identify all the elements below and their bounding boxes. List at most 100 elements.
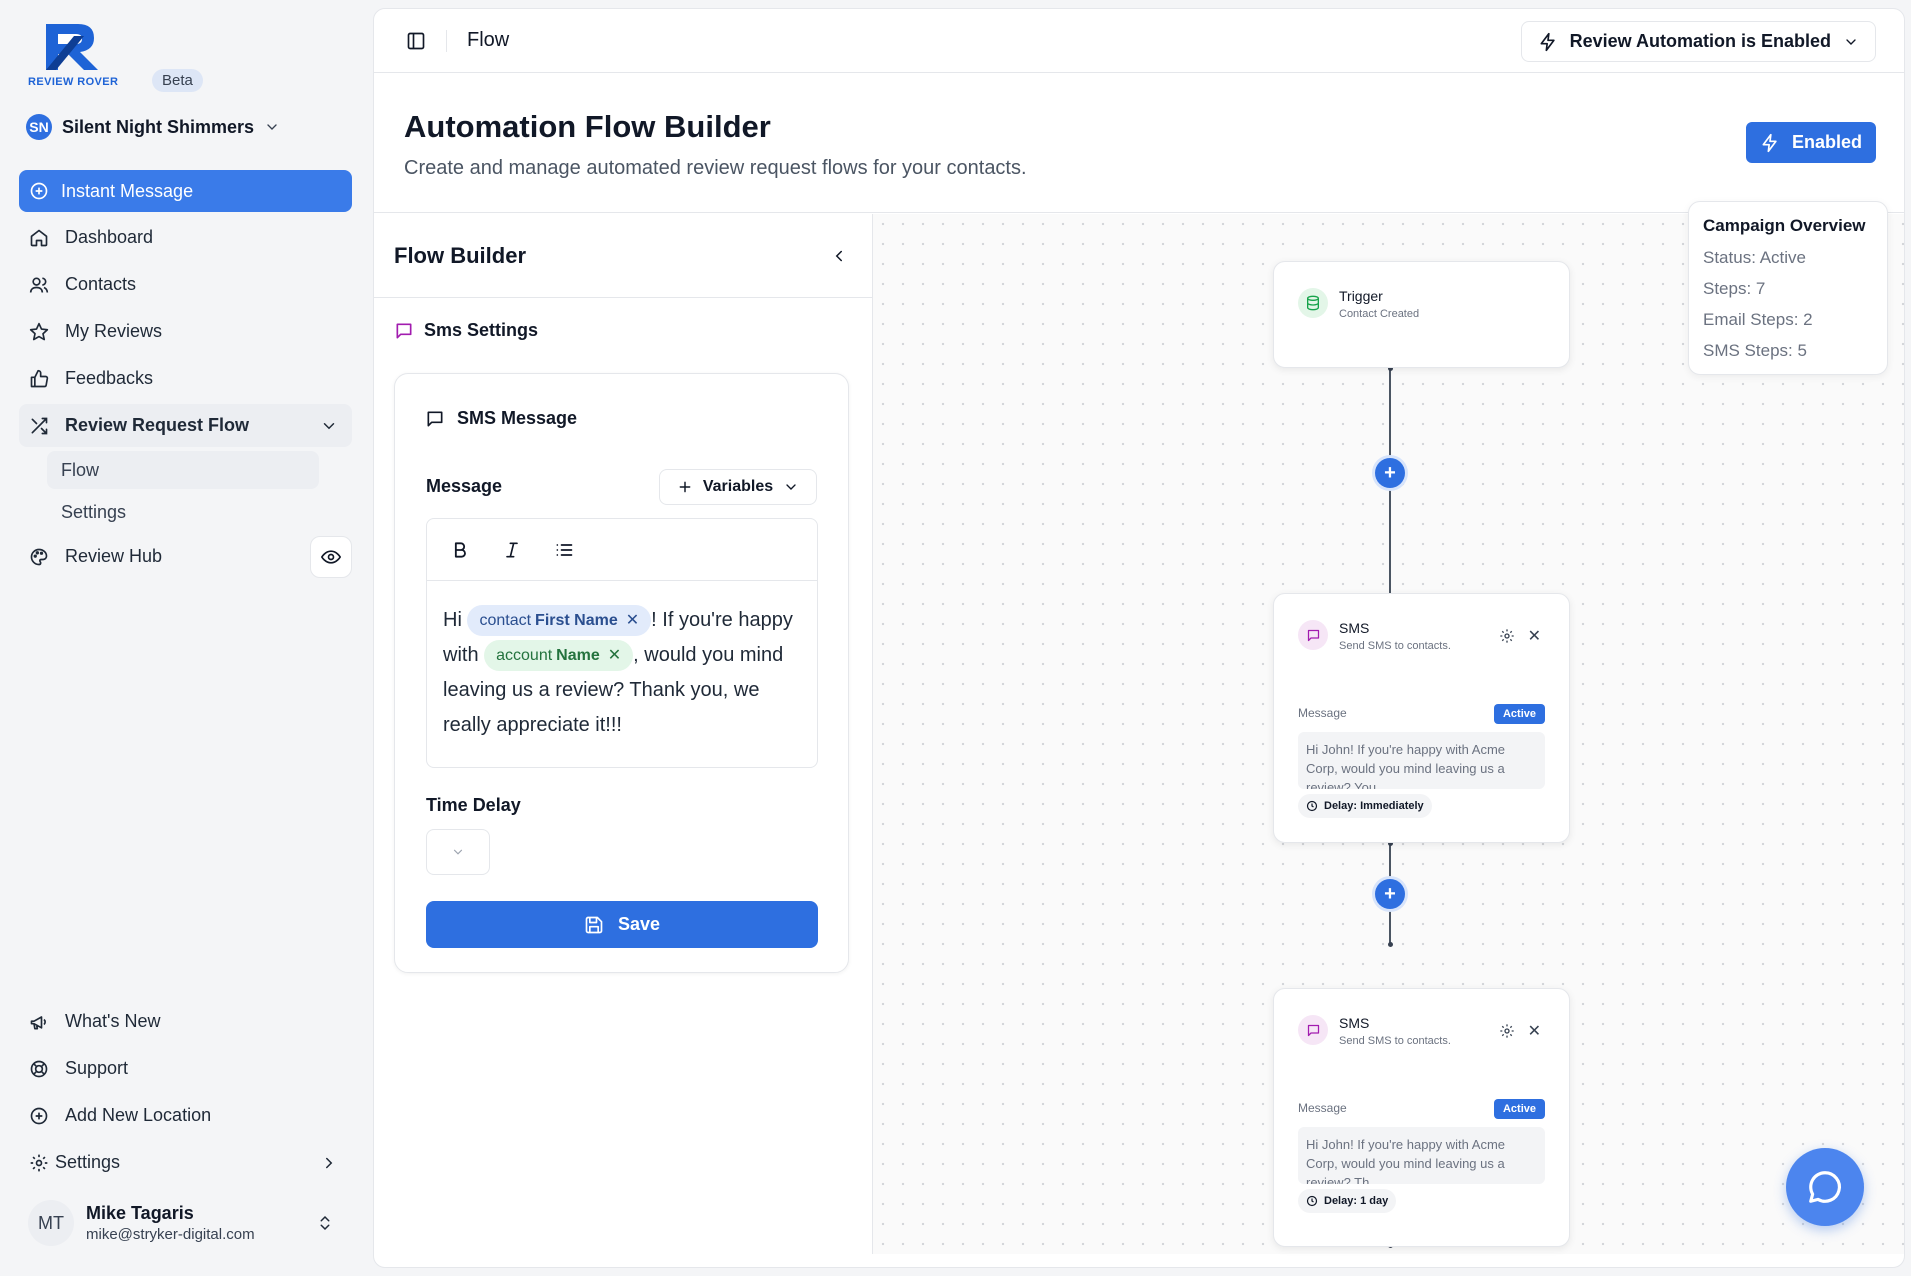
sidebar-item-contacts[interactable]: Contacts bbox=[19, 263, 352, 306]
sidebar-item-dashboard[interactable]: Dashboard bbox=[19, 216, 352, 259]
page-subtitle: Create and manage automated review reque… bbox=[404, 157, 1027, 179]
remove-node-button[interactable]: ✕ bbox=[1528, 626, 1541, 646]
brand-logo[interactable]: REVIEW ROVER Beta bbox=[28, 20, 203, 92]
status-badge: Active bbox=[1493, 1099, 1545, 1119]
sidebar-item-feedbacks[interactable]: Feedbacks bbox=[19, 357, 352, 400]
flow-builder-panel: Flow Builder Sms Settings SMS Message Me… bbox=[374, 214, 873, 1254]
message-text: Hi bbox=[443, 609, 468, 631]
sidebar-item-review-hub[interactable]: Review Hub bbox=[19, 535, 352, 578]
delay-badge: Delay: 1 day bbox=[1298, 1189, 1397, 1213]
user-email: mike@stryker-digital.com bbox=[86, 1226, 255, 1243]
palette-icon bbox=[30, 548, 48, 565]
add-step-button[interactable]: + bbox=[1375, 458, 1405, 488]
org-switcher[interactable]: SN Silent Night Shimmers bbox=[26, 114, 280, 140]
save-icon bbox=[585, 916, 603, 933]
sidebar-subitem-flow[interactable]: Flow bbox=[47, 451, 319, 489]
bold-icon bbox=[454, 541, 466, 558]
database-icon bbox=[1298, 288, 1328, 318]
sidebar-item-settings[interactable]: Settings bbox=[19, 1141, 352, 1184]
message-square-icon bbox=[396, 323, 412, 338]
message-label: Message bbox=[426, 476, 503, 496]
save-button[interactable]: Save bbox=[426, 901, 818, 948]
clock-icon bbox=[1306, 800, 1318, 812]
sms-step-node[interactable]: SMS Send SMS to contacts. ✕ Message Acti… bbox=[1273, 593, 1570, 843]
chat-support-button[interactable] bbox=[1786, 1148, 1864, 1226]
chip-prefix: contact bbox=[479, 612, 532, 630]
sidebar-subitem-settings[interactable]: Settings bbox=[47, 493, 319, 531]
star-icon bbox=[29, 322, 49, 340]
flow-builder-title: Flow Builder bbox=[394, 242, 526, 268]
eye-icon bbox=[321, 549, 341, 564]
sidebar-item-label: Support bbox=[65, 1058, 129, 1078]
shuffle-icon bbox=[31, 417, 48, 434]
main-panel: Flow Review Automation is Enabled Automa… bbox=[373, 8, 1905, 1268]
review-flow-submenu: Flow Settings bbox=[47, 451, 319, 531]
trigger-node[interactable]: Trigger Contact Created bbox=[1273, 261, 1570, 368]
flow-builder-header: Flow Builder bbox=[374, 214, 872, 298]
remove-variable-icon[interactable]: ✕ bbox=[626, 605, 639, 636]
message-body[interactable]: Hi contact First Name ✕! If you're happy w… bbox=[427, 581, 817, 743]
node-title: SMS bbox=[1339, 1015, 1370, 1031]
sidebar-item-review-request-flow[interactable]: Review Request Flow bbox=[19, 404, 352, 447]
overview-status: Status: Active bbox=[1703, 248, 1806, 267]
time-delay-label: Time Delay bbox=[426, 795, 521, 815]
chip-name: First Name bbox=[535, 612, 618, 630]
chevron-down-icon bbox=[453, 849, 463, 855]
sms-settings-heading: Sms Settings bbox=[394, 320, 872, 341]
bullet-list-button[interactable] bbox=[553, 539, 575, 561]
page-header: Automation Flow Builder Create and manag… bbox=[374, 73, 1904, 213]
plus-circle-icon bbox=[30, 182, 48, 200]
node-settings-button[interactable] bbox=[1499, 1023, 1515, 1039]
delay-label: Delay: 1 day bbox=[1324, 1195, 1389, 1207]
card-title-label: SMS Message bbox=[457, 408, 578, 428]
remove-node-button[interactable]: ✕ bbox=[1528, 1021, 1541, 1041]
message-editor[interactable]: Hi contact First Name ✕! If you're happy w… bbox=[426, 518, 818, 768]
sidebar-item-label: Settings bbox=[55, 1152, 121, 1172]
sidebar-item-support[interactable]: Support bbox=[19, 1047, 352, 1090]
enabled-label: Enabled bbox=[1791, 132, 1862, 152]
node-settings-button[interactable] bbox=[1499, 628, 1515, 644]
review-hub-preview-button[interactable] bbox=[310, 535, 352, 578]
divider bbox=[446, 29, 447, 52]
sidebar-item-label: Add New Location bbox=[65, 1105, 212, 1125]
add-step-button[interactable]: + bbox=[1375, 879, 1405, 909]
org-name: Silent Night Shimmers bbox=[62, 116, 255, 137]
automation-status-dropdown[interactable]: Review Automation is Enabled bbox=[1520, 21, 1876, 62]
node-desc: Contact Created bbox=[1339, 308, 1420, 320]
sidebar-item-my-reviews[interactable]: My Reviews bbox=[19, 310, 352, 353]
variables-dropdown[interactable]: Variables bbox=[659, 469, 817, 505]
overview-steps: Steps: 7 bbox=[1703, 279, 1766, 298]
sms-settings-label: Sms Settings bbox=[424, 320, 539, 340]
sidebar-item-add-location[interactable]: Add New Location bbox=[19, 1094, 352, 1137]
collapse-panel-button[interactable] bbox=[830, 247, 848, 265]
status-badge: Active bbox=[1493, 704, 1545, 724]
sidebar-item-whats-new[interactable]: What's New bbox=[19, 1000, 352, 1043]
list-icon bbox=[556, 543, 573, 556]
variable-chip-first-name[interactable]: contact First Name ✕ bbox=[467, 605, 652, 637]
user-avatar: MT bbox=[28, 1200, 74, 1246]
enabled-toggle-button[interactable]: Enabled bbox=[1745, 122, 1876, 163]
gear-icon bbox=[30, 1154, 48, 1171]
message-square-icon bbox=[427, 411, 443, 426]
chat-bubble-icon bbox=[1809, 1171, 1841, 1203]
chevron-left-icon bbox=[835, 250, 842, 261]
node-message-label: Message bbox=[1298, 706, 1347, 720]
chevron-down-icon bbox=[1846, 38, 1856, 45]
panel-left-icon bbox=[407, 32, 425, 49]
user-menu[interactable]: MT Mike Tagaris mike@stryker-digital.com bbox=[28, 1200, 348, 1246]
sidebar-item-label: Dashboard bbox=[65, 227, 154, 247]
node-message-label: Message bbox=[1298, 1101, 1347, 1115]
sidebar-item-label: Contacts bbox=[65, 274, 137, 294]
sidebar-item-instant-message[interactable]: Instant Message bbox=[19, 170, 352, 212]
time-delay-select[interactable] bbox=[426, 829, 490, 875]
italic-button[interactable] bbox=[501, 539, 523, 561]
variable-chip-account-name[interactable]: account Name ✕ bbox=[484, 640, 634, 672]
bold-button[interactable] bbox=[449, 539, 471, 561]
node-title: SMS bbox=[1339, 620, 1370, 636]
chevron-down-icon bbox=[786, 484, 796, 490]
sms-step-node[interactable]: SMS Send SMS to contacts. ✕ Message Acti… bbox=[1273, 988, 1570, 1247]
remove-variable-icon[interactable]: ✕ bbox=[608, 640, 621, 671]
toggle-sidebar-button[interactable] bbox=[406, 31, 426, 51]
plus-icon bbox=[679, 481, 691, 493]
sidebar-item-label: Feedbacks bbox=[65, 368, 154, 388]
